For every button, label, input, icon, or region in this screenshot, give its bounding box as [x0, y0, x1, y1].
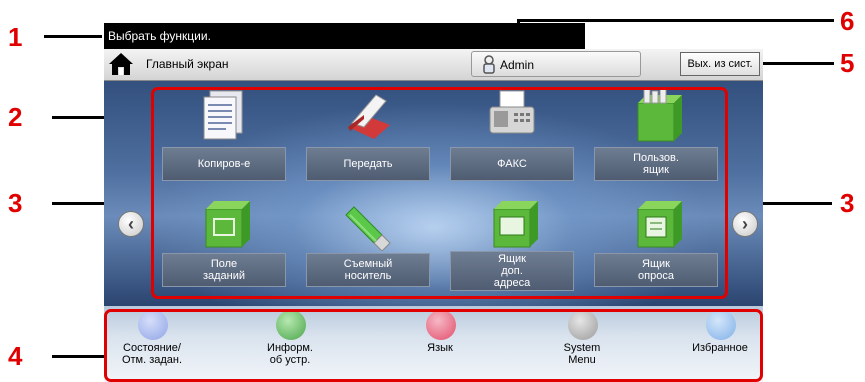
callout-3-right-line: [752, 202, 832, 205]
task-bar-highlight: [104, 309, 763, 382]
chevron-right-icon[interactable]: ›: [732, 211, 758, 237]
message-bar: Выбрать функции.: [104, 23, 585, 49]
callout-6-line: [518, 19, 834, 22]
user-button[interactable]: Admin: [471, 51, 641, 77]
callout-1-line: [44, 35, 102, 38]
user-label: Admin: [500, 58, 535, 72]
message-bar-blank: [585, 23, 763, 49]
function-area-highlight: [151, 87, 728, 299]
callout-4: 4: [8, 341, 23, 371]
chevron-left-icon[interactable]: ‹: [118, 211, 144, 237]
callout-1: 1: [8, 22, 23, 52]
logout-button[interactable]: Вых. из сист.: [680, 52, 760, 76]
callout-5-line: [756, 62, 834, 65]
callout-5: 5: [840, 48, 855, 78]
header-bar: Главный экран Admin Вых. из сист.: [104, 49, 763, 81]
home-label[interactable]: Главный экран: [146, 57, 229, 71]
callout-4-line: [52, 355, 112, 358]
callout-3-left: 3: [8, 188, 23, 218]
callout-6: 6: [840, 6, 855, 36]
user-icon: [482, 55, 496, 74]
callout-2: 2: [8, 102, 23, 132]
home-icon[interactable]: [108, 52, 134, 76]
callout-3-right: 3: [840, 188, 855, 218]
